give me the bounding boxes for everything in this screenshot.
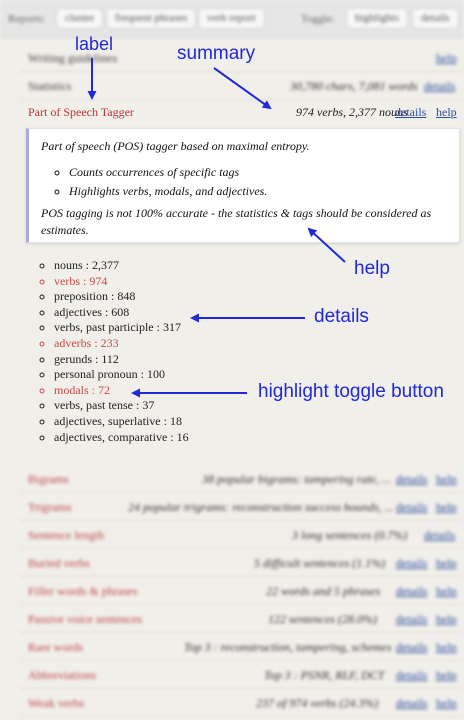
help-arrow <box>307 227 346 263</box>
summary-arrow <box>213 67 272 110</box>
annotation-arrows <box>87 58 346 398</box>
